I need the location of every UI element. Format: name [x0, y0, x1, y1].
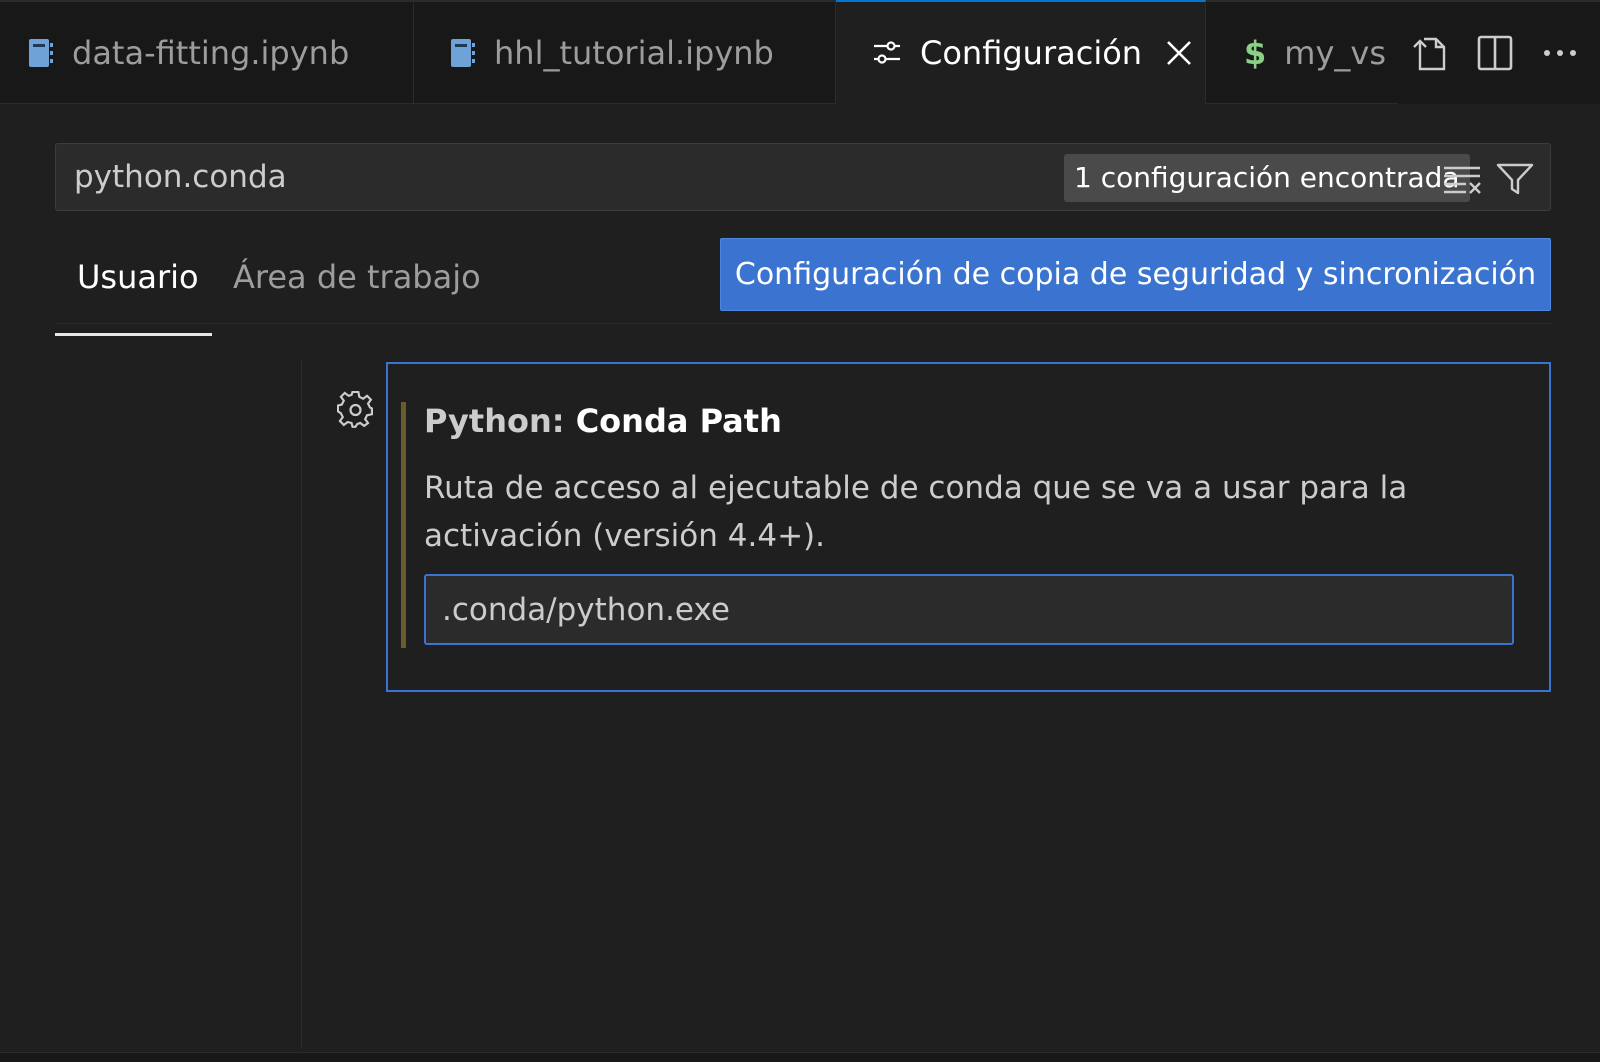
tab-label: hhl_tutorial.ipynb: [494, 34, 774, 72]
dollar-icon: $: [1244, 34, 1267, 72]
result-count-badge: 1 configuración encontrada: [1064, 154, 1470, 202]
settings-search-input[interactable]: [74, 144, 1074, 210]
setting-category: Python:: [424, 402, 576, 440]
setting-name: Conda Path: [575, 402, 782, 440]
notebook-icon: [28, 37, 54, 69]
setting-item-conda-path: Python: Conda Path Ruta de acceso al eje…: [386, 362, 1551, 692]
tab-data-fitting[interactable]: data-fitting.ipynb: [0, 2, 414, 104]
panel-bottom-border: [0, 1052, 1600, 1062]
tab-configuracion[interactable]: Configuración: [836, 0, 1206, 104]
editor-tab-bar: data-fitting.ipynb hhl_tutorial.ipynb Co…: [0, 0, 1600, 104]
conda-path-input[interactable]: [424, 574, 1514, 645]
settings-sliders-icon: [872, 39, 902, 67]
backup-sync-button[interactable]: Configuración de copia de seguridad y si…: [720, 238, 1551, 311]
tab-label: my_vs: [1284, 34, 1386, 72]
tab-label: Configuración: [920, 34, 1143, 72]
tab-label: data-fitting.ipynb: [72, 34, 350, 72]
filter-icon[interactable]: [1494, 158, 1536, 200]
notebook-icon: [450, 37, 476, 69]
toc-divider: [301, 360, 302, 1050]
open-file-icon[interactable]: [1406, 29, 1454, 77]
split-editor-icon[interactable]: [1471, 29, 1519, 77]
setting-title: Python: Conda Path: [424, 402, 782, 440]
tab-my-vs[interactable]: $ my_vs: [1206, 2, 1398, 104]
tab-workspace[interactable]: Área de trabajo: [233, 256, 481, 316]
setting-description: Ruta de acceso al ejecutable de conda qu…: [424, 470, 1408, 554]
editor-actions: [1398, 2, 1600, 104]
more-actions-icon[interactable]: [1536, 29, 1584, 77]
modified-indicator: [401, 402, 406, 648]
tab-user[interactable]: Usuario: [55, 256, 212, 336]
settings-search-box: 1 configuración encontrada: [55, 143, 1551, 211]
tab-hhl-tutorial[interactable]: hhl_tutorial.ipynb: [414, 2, 836, 104]
close-icon[interactable]: [1166, 40, 1192, 66]
gear-icon[interactable]: [336, 390, 376, 430]
settings-editor-window: data-fitting.ipynb hhl_tutorial.ipynb Co…: [0, 0, 1600, 1062]
clear-filter-icon[interactable]: [1441, 158, 1483, 200]
